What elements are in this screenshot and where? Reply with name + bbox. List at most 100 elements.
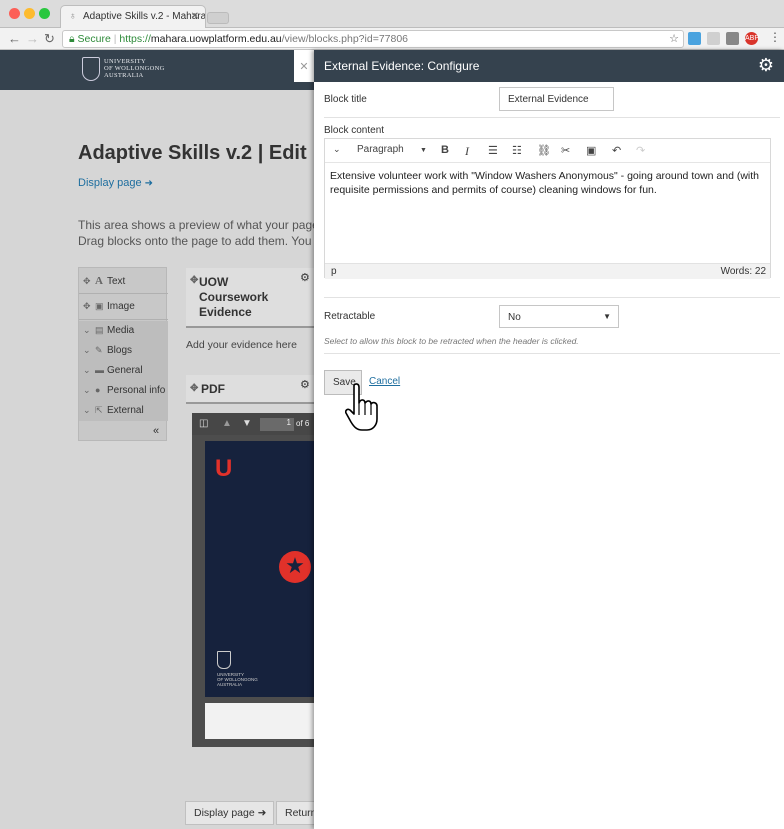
text-icon: A (95, 275, 103, 287)
uow-coursework-evidence-block[interactable]: ✥ UOW Coursework Evidence ⚙ (186, 268, 314, 328)
extension-icon[interactable] (726, 32, 739, 45)
divider (324, 353, 780, 354)
sidebar-item-general[interactable]: ⌄ ▬ General (79, 361, 168, 381)
redo-icon[interactable]: ↷ (636, 144, 645, 157)
university-crest-icon (82, 57, 100, 81)
pdf-viewer[interactable]: ◫ ▲ ▼ 1 of 6 U ★ UNIVERSITY OF WOLLONGON… (192, 413, 314, 747)
block-title-input[interactable]: External Evidence (499, 87, 614, 111)
sidebar-item-media[interactable]: ⌄ ▤ Media (79, 321, 168, 341)
element-path[interactable]: p (331, 266, 337, 277)
arrow-circle-right-icon: ➜ (144, 178, 154, 189)
pencil-icon: ✎ (95, 345, 103, 355)
image-icon[interactable]: ▣ (586, 144, 596, 157)
university-crest-icon (217, 651, 231, 669)
block-title: PDF (201, 382, 225, 396)
hand-pointer-cursor-icon (345, 383, 378, 431)
external-link-icon: ⇱ (95, 405, 103, 415)
close-window-button[interactable] (9, 8, 20, 19)
pdf-cover-letter: U (215, 455, 233, 482)
gear-icon[interactable]: ⚙ (300, 378, 310, 391)
format-select[interactable]: Paragraph (357, 144, 404, 155)
secure-label: Secure (77, 33, 111, 45)
block-title-label: Block title (324, 94, 367, 105)
drag-move-icon[interactable]: ✥ (190, 381, 198, 396)
caret-down-icon[interactable]: ▼ (420, 147, 427, 154)
block-content-label: Block content (324, 125, 385, 136)
chevron-down-icon: ⌄ (83, 365, 91, 375)
retractable-label: Retractable (324, 311, 376, 322)
undo-icon[interactable]: ↶ (612, 144, 621, 157)
bullet-list-icon[interactable]: ☰ (488, 144, 498, 157)
display-page-button[interactable]: Display page ➜ (185, 801, 274, 825)
pdf-cover-university-text: UNIVERSITY OF WOLLONGONG AUSTRALIA (217, 672, 258, 687)
back-arrow-icon[interactable]: ← (8, 31, 21, 46)
drag-move-icon[interactable]: ✥ (190, 273, 198, 288)
tab-title: Adaptive Skills v.2 - Mahara (83, 11, 206, 22)
divider (324, 297, 780, 298)
panel-header: External Evidence: Configure ⚙ (314, 50, 784, 82)
sidebar-item-personal-info[interactable]: ⌄ ● Personal info (79, 381, 168, 401)
arrow-circle-right-icon: ➜ (257, 807, 267, 819)
page-intro: This area shows a preview of what your p… (78, 218, 314, 248)
arrow-down-icon[interactable]: ▼ (242, 418, 252, 429)
sidebar-toggle-icon[interactable]: ◫ (199, 418, 208, 429)
numbered-list-icon[interactable]: ☷ (512, 144, 522, 157)
pdf-page: U ★ UNIVERSITY OF WOLLONGONG AUSTRALIA (205, 441, 314, 697)
mahara-favicon-icon: ♁ (69, 11, 77, 22)
retractable-select[interactable]: No ▼ (499, 305, 619, 328)
browser-menu-icon[interactable]: ⋮ (769, 30, 781, 44)
display-page-link[interactable]: Display page ➜ (78, 177, 153, 189)
sidebar-item-text[interactable]: ✥ A Text (79, 271, 168, 291)
user-icon: ● (95, 385, 101, 395)
url-host: mahara.uowplatform.edu.au (150, 33, 282, 45)
bold-icon[interactable]: B (441, 144, 449, 156)
italic-icon[interactable]: I (465, 144, 469, 159)
extension-icon[interactable] (707, 32, 720, 45)
new-tab-button[interactable] (207, 12, 229, 24)
sidebar-item-external[interactable]: ⌄ ⇱ External (79, 401, 168, 421)
panel-title: External Evidence: Configure (324, 59, 480, 73)
browser-tab[interactable]: ♁ Adaptive Skills v.2 - Mahara ✕ (60, 5, 206, 28)
bookmark-star-icon[interactable]: ☆ (669, 32, 679, 45)
link-icon[interactable]: ⛓ (537, 144, 551, 157)
arrow-up-icon[interactable]: ▲ (222, 418, 232, 429)
address-bar[interactable]: 🔒︎ Secure | https://mahara.uowplatform.e… (62, 30, 684, 48)
sidebar-item-blogs[interactable]: ⌄ ✎ Blogs (79, 341, 168, 361)
chevron-down-icon[interactable]: ⌄ (333, 144, 341, 155)
editor-toolbar: ⌄ Paragraph ▼ B I ☰ ☷ ⛓ ✂ ▣ ↶ ↷ (325, 139, 770, 163)
caret-down-icon: ▼ (603, 312, 611, 321)
divider (324, 117, 780, 118)
adblock-icon[interactable]: ABP (745, 32, 759, 45)
url-scheme: https:// (119, 33, 151, 45)
unlink-icon[interactable]: ✂ (561, 144, 570, 157)
film-icon: ▤ (95, 325, 104, 335)
reload-icon[interactable]: ↻ (44, 31, 55, 47)
site-header: UNIVERSITY OF WOLLONGONG AUSTRALIA (0, 50, 314, 90)
editor-status-bar: p Words: 22 (325, 263, 770, 279)
url-path: /view/blocks.php?id=77806 (281, 33, 409, 45)
maximize-window-button[interactable] (39, 8, 50, 19)
browser-toolbar: ← → ↻ 🔒︎ Secure | https://mahara.uowplat… (0, 28, 784, 50)
chevron-down-icon: ⌄ (83, 385, 91, 395)
pdf-page-input[interactable]: 1 (260, 418, 294, 431)
return-button[interactable]: Return (276, 801, 316, 825)
header-close-icon[interactable]: ✕ (294, 50, 314, 82)
collapse-sidebar-button[interactable]: « (153, 425, 159, 437)
site-logo-text[interactable]: UNIVERSITY OF WOLLONGONG AUSTRALIA (104, 58, 165, 79)
briefcase-icon: ▬ (95, 365, 104, 375)
drag-move-icon: ✥ (83, 301, 91, 311)
sidebar-item-image[interactable]: ✥ ▣ Image (79, 297, 168, 317)
block-category-sidebar: ✥ A Text ✥ ▣ Image ⌄ ▤ Media ⌄ ✎ Blogs ⌄ ▬ General… (78, 267, 168, 441)
tab-close-icon[interactable]: ✕ (191, 11, 199, 22)
gears-icon: ⚙ (757, 55, 774, 75)
pdf-block[interactable]: ✥ PDF ⚙ (186, 375, 314, 404)
editor-content[interactable]: Extensive volunteer work with "Window Wa… (330, 169, 766, 197)
lock-icon: 🔒︎ (69, 33, 75, 45)
minimize-window-button[interactable] (24, 8, 35, 19)
gear-icon[interactable]: ⚙ (300, 271, 310, 284)
drag-move-icon: ✥ (83, 276, 91, 286)
forward-arrow-icon[interactable]: → (26, 31, 39, 46)
extension-icon[interactable] (688, 32, 701, 45)
browser-tab-bar: ♁ Adaptive Skills v.2 - Mahara ✕ (0, 0, 784, 28)
retractable-hint: Select to allow this block to be retract… (324, 336, 579, 346)
